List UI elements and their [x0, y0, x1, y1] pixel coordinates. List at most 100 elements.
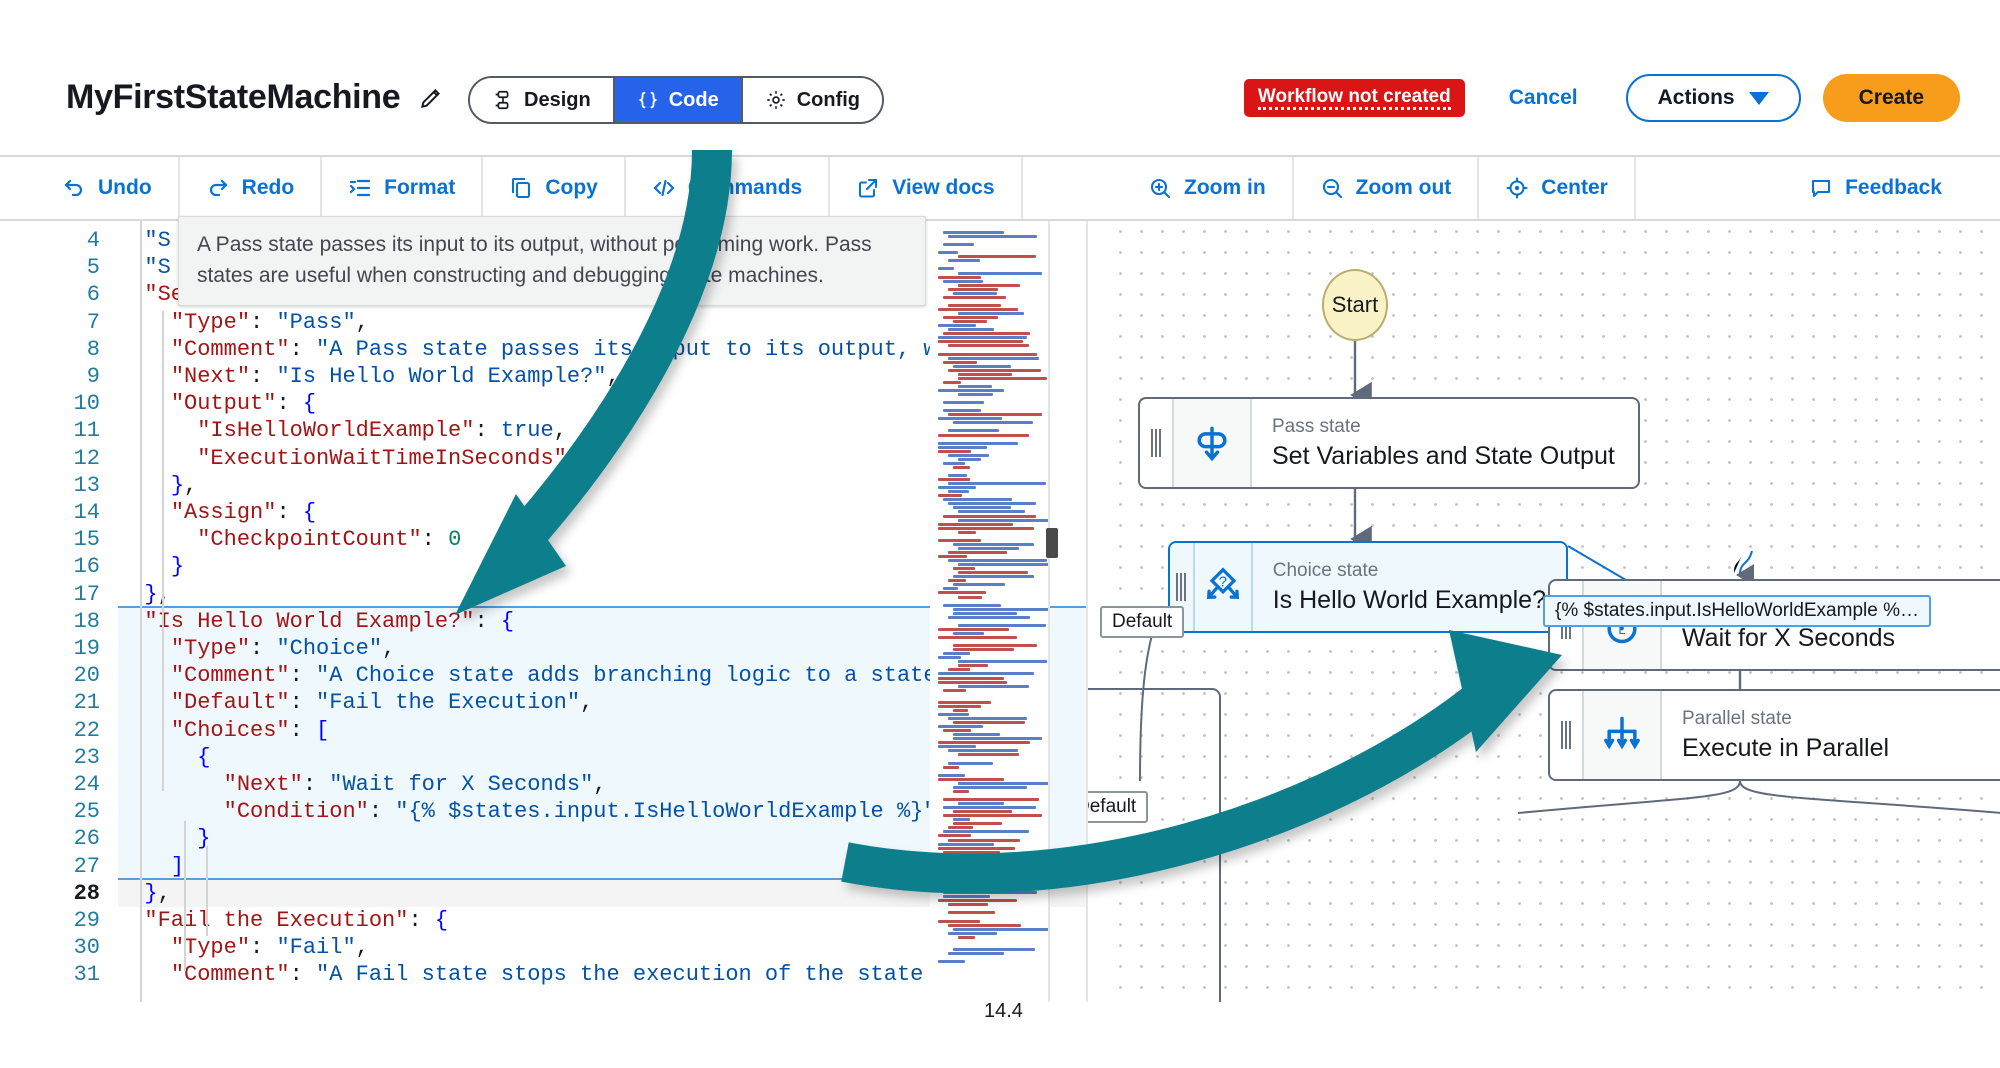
minimap-line — [938, 527, 1034, 530]
minimap-line — [948, 911, 995, 914]
cancel-button[interactable]: Cancel — [1509, 86, 1578, 110]
minimap-line — [953, 733, 1000, 736]
zoom-out-button[interactable]: Zoom out — [1294, 157, 1480, 219]
minimap-line — [938, 899, 1017, 902]
minimap-line — [938, 774, 965, 777]
minimap-line — [958, 802, 1004, 805]
minimap-line — [948, 668, 970, 671]
editor-scrollbar-thumb[interactable] — [1046, 528, 1058, 558]
view-docs-button[interactable]: View docs — [830, 157, 1022, 219]
minimap-line — [943, 604, 1001, 607]
minimap-line — [948, 235, 1037, 238]
minimap-line — [943, 462, 965, 465]
commands-button[interactable]: Commands — [626, 157, 830, 219]
zoom-in-button[interactable]: Zoom in — [1086, 157, 1294, 219]
title-area: MyFirstStateMachine — [66, 78, 444, 117]
node-drag-handle[interactable] — [1550, 691, 1584, 779]
actions-button[interactable]: Actions — [1626, 74, 1801, 122]
code-minimap[interactable] — [930, 221, 1050, 1002]
minimap-line — [948, 344, 1029, 347]
minimap-line — [938, 442, 1018, 445]
minimap-line — [953, 790, 969, 793]
grip-icon — [1151, 429, 1162, 457]
center-button[interactable]: Center — [1479, 157, 1636, 219]
header-actions: Workflow not created Cancel Actions Crea… — [1244, 74, 1960, 122]
line-number: 18 — [0, 608, 100, 635]
redo-button[interactable]: Redo — [180, 157, 323, 219]
minimap-line — [938, 276, 981, 279]
create-button[interactable]: Create — [1823, 74, 1960, 122]
start-node[interactable]: Start — [1322, 269, 1388, 341]
node-type-label: Parallel state — [1682, 706, 1889, 732]
minimap-line — [948, 482, 1046, 485]
pencil-icon[interactable] — [418, 85, 444, 111]
edge-label-default[interactable]: Default — [1086, 791, 1148, 823]
line-number: 5 — [0, 254, 100, 281]
minimap-line — [953, 608, 1050, 611]
minimap-line — [938, 887, 987, 890]
node-text: Pass state Set Variables and State Outpu… — [1252, 399, 1635, 487]
edge-label-default-visible[interactable]: Default — [1100, 606, 1184, 638]
minimap-line — [958, 373, 1012, 376]
minimap-line — [948, 924, 1021, 927]
minimap-line — [953, 632, 984, 635]
tab-code[interactable]: Code — [615, 78, 743, 122]
copy-button[interactable]: Copy — [483, 157, 626, 219]
line-number-gutter: 4567891011121314151617181920212223242526… — [0, 221, 118, 1002]
zoom-in-label: Zoom in — [1184, 176, 1266, 200]
tab-config[interactable]: Config — [743, 78, 882, 122]
zoom-level-label: 14.4 — [984, 1000, 1023, 1023]
minimap-line — [938, 523, 1013, 526]
minimap-line — [943, 243, 974, 246]
format-button[interactable]: Format — [322, 157, 483, 219]
status-badge[interactable]: Workflow not created — [1244, 79, 1465, 117]
minimap-line — [938, 778, 1004, 781]
undo-label: Undo — [98, 176, 152, 200]
node-pass-state[interactable]: Pass state Set Variables and State Outpu… — [1138, 397, 1640, 489]
indent-guide — [184, 821, 186, 971]
line-number: 23 — [0, 744, 100, 771]
minimap-line — [953, 859, 1006, 862]
tab-code-label: Code — [669, 89, 719, 112]
minimap-line — [943, 891, 1037, 894]
undo-button[interactable]: Undo — [0, 157, 180, 219]
minimap-line — [958, 393, 993, 396]
minimap-line — [938, 478, 970, 481]
minimap-line — [948, 369, 1041, 372]
code-editor[interactable]: 4567891011121314151617181920212223242526… — [0, 221, 1086, 1002]
minimap-line — [953, 612, 1017, 615]
minimap-line — [938, 725, 983, 728]
line-number: 16 — [0, 553, 100, 580]
minimap-line — [958, 255, 1036, 258]
minimap-line — [958, 660, 1047, 663]
line-number: 6 — [0, 281, 100, 308]
feedback-icon — [1809, 176, 1833, 200]
workflow-diagram[interactable]: Start Pass state Set Variables and State… — [1086, 221, 2000, 1002]
edge-label-condition[interactable]: {% $states.input.IsHelloWorldExample %… — [1543, 595, 1931, 627]
node-drag-handle[interactable] — [1140, 399, 1174, 487]
minimap-line — [948, 413, 1042, 416]
minimap-line — [958, 519, 1050, 522]
minimap-line — [948, 932, 997, 935]
choice-state-icon: ? — [1195, 543, 1252, 631]
feedback-button[interactable]: Feedback — [1783, 157, 2000, 219]
commands-label: Commands — [688, 176, 802, 200]
minimap-line — [943, 498, 1012, 501]
zoom-out-label: Zoom out — [1356, 176, 1452, 200]
minimap-line — [953, 466, 970, 469]
tab-design[interactable]: Design — [470, 78, 615, 122]
minimap-line — [958, 510, 1025, 513]
chevron-down-icon — [1749, 92, 1769, 105]
minimap-line — [958, 936, 975, 939]
minimap-line — [943, 381, 961, 384]
start-node-label: Start — [1332, 292, 1378, 318]
minimap-line — [953, 575, 1034, 578]
minimap-line — [938, 681, 1007, 684]
minimap-line — [958, 685, 1029, 688]
minimap-line — [943, 806, 1036, 809]
toolbar-left-spacer — [1023, 157, 1086, 219]
node-parallel-state[interactable]: Parallel state Execute in Parallel — [1548, 689, 2000, 781]
view-mode-tabs[interactable]: Design Code Config — [468, 76, 884, 124]
minimap-line — [958, 571, 1028, 574]
node-choice-state[interactable]: ? Choice state Is Hello World Example? — [1168, 541, 1568, 633]
